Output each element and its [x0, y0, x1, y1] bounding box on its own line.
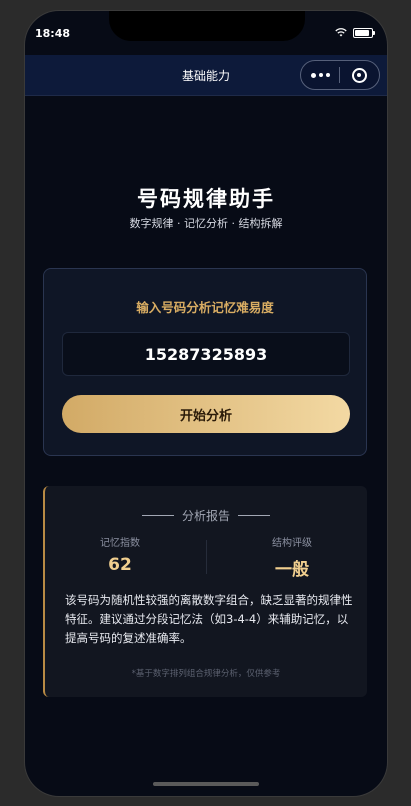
- report-heading: 分析报告: [45, 507, 367, 524]
- more-icon[interactable]: [301, 72, 339, 78]
- structure-rating: 结构评级 一般: [217, 534, 367, 580]
- report-card: 分析报告 记忆指数 62 结构评级 一般 该号码为随机性较强的离散数字组合，缺乏…: [43, 486, 367, 697]
- phone-frame: 18:48 基础能力 号码规律助手 数字规律 · 记忆分析 · 结构拆解 输入号…: [25, 11, 387, 796]
- notch: [109, 11, 305, 41]
- heading-line-left: [141, 515, 174, 516]
- memory-index-label: 记忆指数: [100, 538, 140, 549]
- heading-line-right: [238, 515, 270, 516]
- battery-icon: [353, 28, 375, 38]
- nav-bar: 基础能力: [25, 55, 387, 96]
- status-time: 18:48: [35, 27, 71, 40]
- home-indicator: [153, 782, 259, 786]
- page-title: 号码规律助手: [137, 187, 275, 211]
- report-heading-label: 分析报告: [181, 509, 230, 523]
- structure-rating-label: 结构评级: [272, 538, 312, 549]
- memory-index: 记忆指数 62: [45, 534, 195, 575]
- report-text: 该号码为随机性较强的离散数字组合，缺乏显著的规律性特征。建议通过分段记忆法（如3…: [65, 593, 353, 645]
- input-card: 输入号码分析记忆难易度 开始分析: [43, 268, 367, 456]
- start-analysis-button[interactable]: 开始分析: [62, 395, 350, 433]
- phone-number-input[interactable]: [62, 332, 350, 376]
- input-card-heading: 输入号码分析记忆难易度: [136, 300, 274, 315]
- structure-rating-value: 一般: [275, 560, 309, 580]
- close-icon[interactable]: [340, 67, 378, 83]
- wifi-icon: [335, 27, 347, 39]
- report-footnote: *基于数字排列组合规律分析，仅供参考: [131, 669, 281, 679]
- status-icons: [335, 27, 375, 39]
- metric-divider: [206, 540, 207, 574]
- memory-index-value: 62: [108, 555, 132, 575]
- page-subtitle: 数字规律 · 记忆分析 · 结构拆解: [129, 217, 283, 230]
- capsule-menu: [300, 60, 380, 90]
